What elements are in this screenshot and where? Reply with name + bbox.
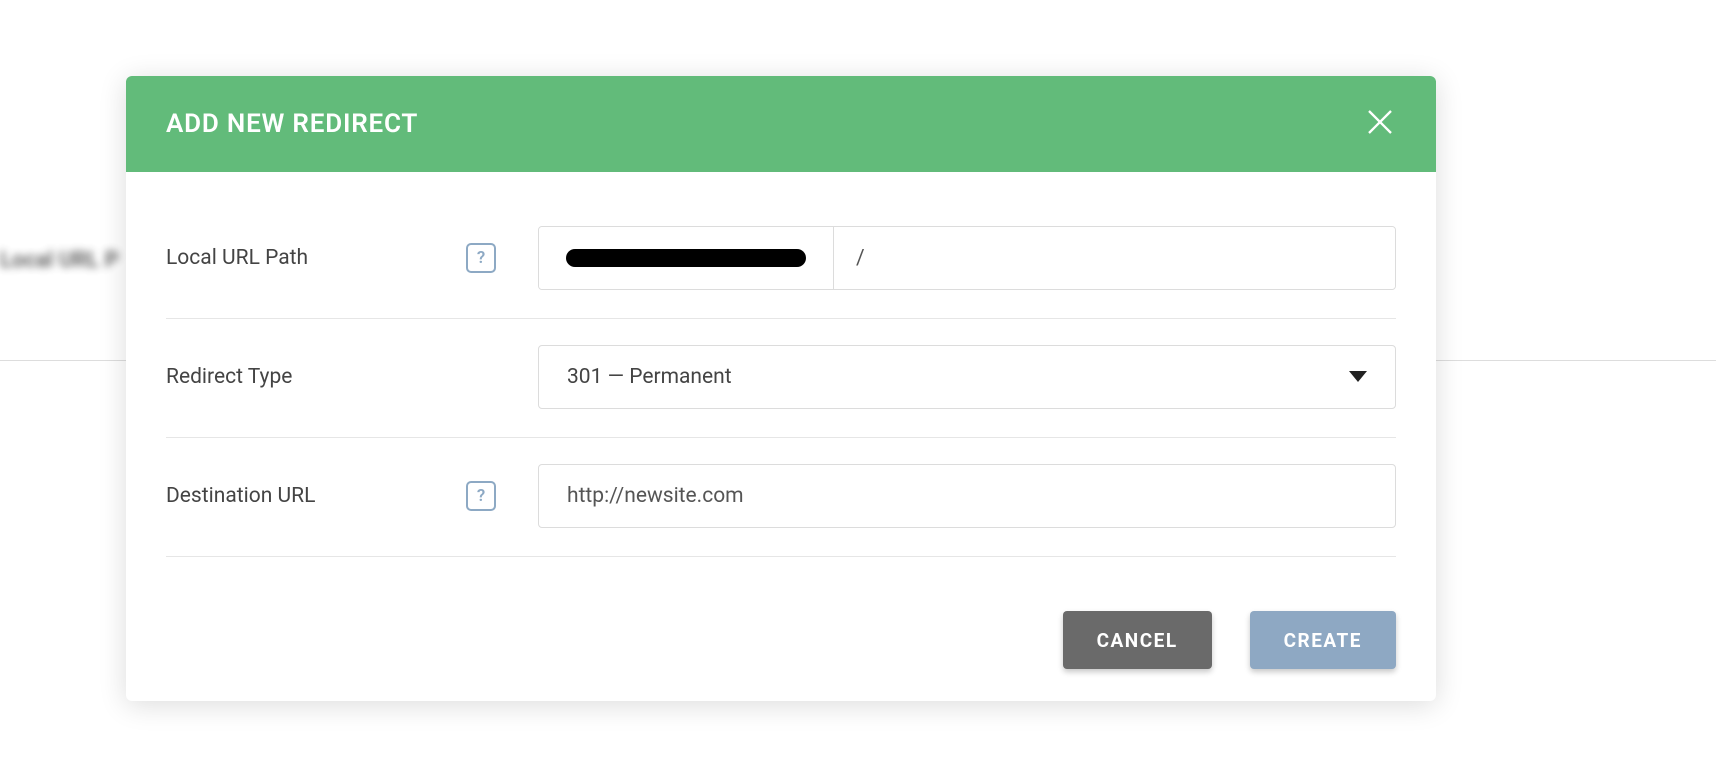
- modal-footer: CANCEL CREATE: [166, 557, 1396, 669]
- redacted-domain: [566, 249, 806, 267]
- help-icon: ?: [477, 248, 485, 268]
- label-destination: Destination URL: [166, 484, 315, 508]
- chevron-down-icon: [1349, 365, 1367, 389]
- local-url-path-input[interactable]: [834, 227, 1395, 289]
- modal-header: ADD NEW REDIRECT: [126, 76, 1436, 172]
- label-area-local-url: Local URL Path ?: [166, 243, 538, 273]
- add-redirect-modal: ADD NEW REDIRECT Local URL Path ?: [126, 76, 1436, 701]
- control-redirect-type: 301 — Permanent: [538, 345, 1396, 409]
- modal-title: ADD NEW REDIRECT: [166, 109, 418, 139]
- redirect-type-selected-value: 301 — Permanent: [567, 365, 732, 389]
- destination-url-input[interactable]: [538, 464, 1396, 528]
- create-button[interactable]: CREATE: [1250, 611, 1396, 669]
- close-button[interactable]: [1364, 108, 1396, 140]
- label-local-url: Local URL Path: [166, 246, 308, 270]
- control-destination: [538, 464, 1396, 528]
- cancel-button[interactable]: CANCEL: [1063, 611, 1212, 669]
- modal-body: Local URL Path ? Redirect Type: [126, 172, 1436, 701]
- control-local-url: [538, 226, 1396, 290]
- local-url-domain-prefix: [539, 227, 834, 289]
- backdrop-blurred-label: Local URL P: [0, 248, 119, 273]
- close-icon: [1366, 108, 1394, 140]
- label-area-redirect-type: Redirect Type: [166, 365, 538, 389]
- help-button-local-url[interactable]: ?: [466, 243, 496, 273]
- label-redirect-type: Redirect Type: [166, 365, 292, 389]
- help-button-destination[interactable]: ?: [466, 481, 496, 511]
- help-icon: ?: [477, 486, 485, 506]
- local-url-input-group: [538, 226, 1396, 290]
- form-row-local-url: Local URL Path ?: [166, 200, 1396, 319]
- form-row-destination: Destination URL ?: [166, 438, 1396, 557]
- form-row-redirect-type: Redirect Type 301 — Permanent: [166, 319, 1396, 438]
- redirect-type-select[interactable]: 301 — Permanent: [538, 345, 1396, 409]
- label-area-destination: Destination URL ?: [166, 481, 538, 511]
